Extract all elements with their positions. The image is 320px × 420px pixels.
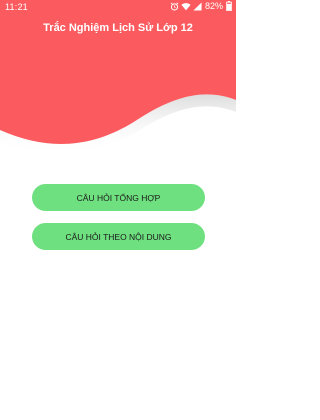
status-icons: 82% <box>170 1 232 11</box>
status-bar: 11:21 82% <box>0 0 236 14</box>
app-title: Trắc Nghiệm Lịch Sử Lớp 12 <box>43 22 193 34</box>
topic-questions-button[interactable]: CÂU HỎI THEO NỘI DUNG <box>32 223 205 250</box>
wifi-icon <box>181 2 191 11</box>
general-questions-button[interactable]: CÂU HỎI TỔNG HỢP <box>32 184 205 211</box>
status-time: 11:21 <box>5 2 28 12</box>
signal-icon <box>193 1 202 11</box>
battery-percentage: 82% <box>204 1 223 11</box>
alarm-icon <box>170 2 179 11</box>
battery-icon <box>226 1 232 11</box>
